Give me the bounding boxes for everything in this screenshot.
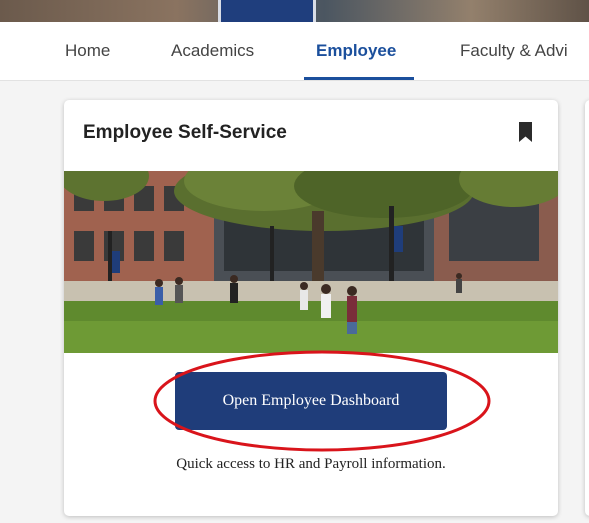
tab-faculty-advising[interactable]: Faculty & Advi (460, 22, 568, 80)
employee-self-service-card: Employee Self-Service Open Employee Dash… (64, 100, 558, 516)
active-tab-indicator (304, 77, 414, 80)
tab-employee[interactable]: Employee (316, 22, 396, 80)
tab-academics[interactable]: Academics (171, 22, 254, 80)
top-navigation: Home Academics Employee Faculty & Advi (0, 22, 589, 81)
bookmark-icon[interactable] (518, 122, 533, 142)
card-title: Employee Self-Service (83, 122, 287, 143)
campus-photo (64, 171, 558, 353)
dashboard-caption: Quick access to HR and Payroll informati… (176, 456, 446, 472)
hero-image-strip (0, 0, 589, 22)
open-employee-dashboard-button[interactable]: Open Employee Dashboard (175, 372, 447, 430)
tab-home[interactable]: Home (65, 22, 110, 80)
adjacent-card-edge (585, 100, 589, 516)
hero-banner-sign (218, 0, 316, 22)
